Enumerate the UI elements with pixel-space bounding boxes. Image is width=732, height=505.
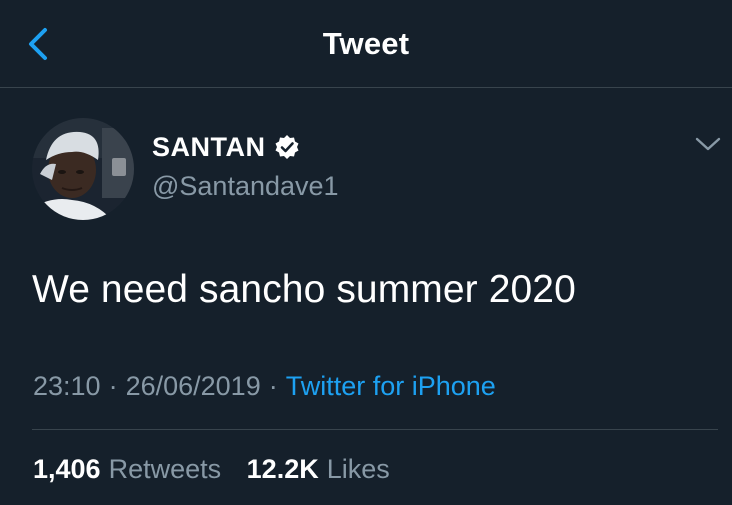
avatar-image [32,118,134,220]
likes-stat[interactable]: 12.2K Likes [247,451,390,487]
display-name: SANTAN [152,132,266,162]
display-name-row: SANTAN [152,128,339,166]
user-handle: @Santandave1 [152,171,339,201]
author-info[interactable]: SANTAN @Santandave1 [152,128,339,204]
source-link[interactable]: Twitter for iPhone [286,371,496,401]
retweets-label: Retweets [108,454,222,484]
retweets-count: 1,406 [33,454,101,484]
top-bar: Tweet [0,0,732,88]
likes-count: 12.2K [246,454,319,484]
tweet-time: 23:10 [33,371,101,401]
avatar[interactable] [32,118,134,220]
more-options-button[interactable] [694,134,722,154]
divider [32,429,718,430]
likes-label: Likes [326,454,390,484]
retweets-stat[interactable]: 1,406 Retweets [33,451,221,487]
chevron-down-icon [695,137,721,151]
page-title: Tweet [322,26,410,61]
meta-separator: · [268,371,278,401]
tweet-text: We need sancho summer 2020 [32,268,576,311]
meta-separator: · [108,371,118,401]
tweet-meta: 23:10 · 26/06/2019 · Twitter for iPhone [33,368,496,404]
verified-badge-icon [274,134,300,160]
tweet-date: 26/06/2019 [125,371,261,401]
tweet-stats: 1,406 Retweets 12.2K Likes [33,451,408,487]
